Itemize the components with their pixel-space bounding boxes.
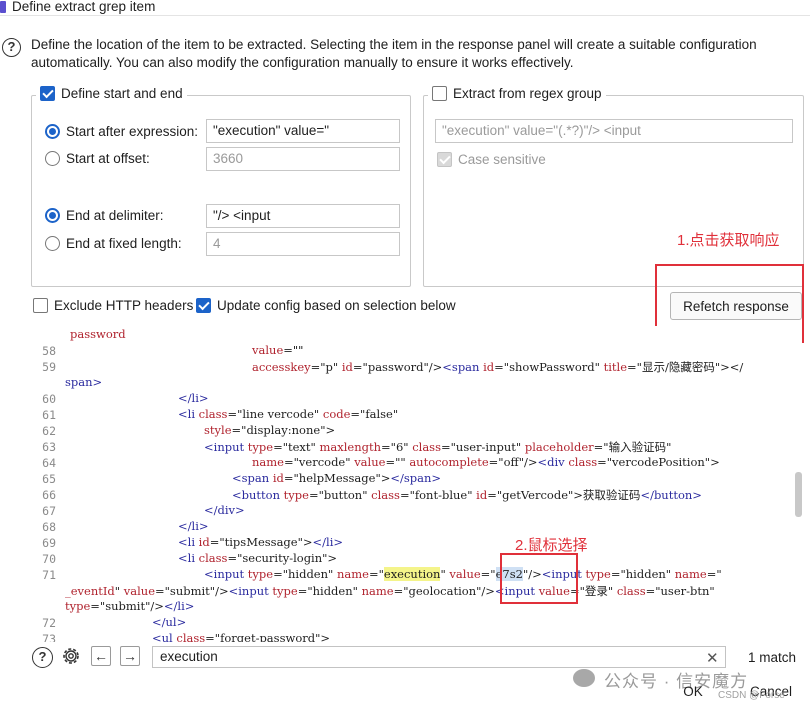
line-number: 71 <box>42 568 56 582</box>
response-code-panel[interactable]: password 58 value="" 59 accesskey="p" id… <box>32 326 802 642</box>
watermark-small-text: CSDN @Forse <box>718 690 785 701</box>
help-icon[interactable]: ? <box>2 38 21 57</box>
line-number: 64 <box>42 456 56 470</box>
code-line: <ul class="forget-password"> <box>152 631 331 642</box>
start-offset-label: Start at offset: <box>66 151 150 166</box>
window-title: Define extract grep item <box>12 0 156 14</box>
update-config-label: Update config based on selection below <box>217 298 456 313</box>
update-config-option[interactable]: Update config based on selection below <box>196 298 456 313</box>
ok-button[interactable]: OK <box>669 680 717 702</box>
code-line: </div> <box>204 503 245 517</box>
code-line-wrap: _eventId" value="submit"/><input type="h… <box>65 584 715 598</box>
start-end-legend[interactable]: Define start and end <box>36 86 187 101</box>
end-delimiter-input[interactable]: "/> <input <box>206 204 400 228</box>
end-delimiter-radio[interactable] <box>45 208 60 223</box>
exclude-headers-label: Exclude HTTP headers <box>54 298 194 313</box>
line-number: 69 <box>42 536 56 550</box>
line-number: 61 <box>42 408 56 422</box>
end-fixed-radio[interactable] <box>45 236 60 251</box>
case-sensitive-option[interactable]: Case sensitive <box>437 152 546 167</box>
annotation-box-selection <box>500 553 578 604</box>
annotation-step2: 2.鼠标选择 <box>515 537 588 554</box>
line-number: 63 <box>42 440 56 454</box>
end-fixed-option[interactable]: End at fixed length: <box>45 236 182 251</box>
start-end-label: Define start and end <box>61 86 183 101</box>
line-number: 59 <box>42 360 56 374</box>
line-number: 60 <box>42 392 56 406</box>
code-line: <button type="button" class="font-blue" … <box>232 488 702 502</box>
code-line: <li class="security-login"> <box>178 551 338 565</box>
code-line: </li> <box>178 391 209 405</box>
line-number: 68 <box>42 520 56 534</box>
end-fixed-label: End at fixed length: <box>66 236 182 251</box>
regex-label: Extract from regex group <box>453 86 602 101</box>
case-sensitive-label: Case sensitive <box>458 152 546 167</box>
start-after-option[interactable]: Start after expression: <box>45 124 198 139</box>
code-line: </li> <box>178 519 209 533</box>
code-line: <span id="helpMessage"></span> <box>232 471 442 485</box>
start-offset-radio[interactable] <box>45 151 60 166</box>
annotation-step1: 1.点击获取响应 <box>677 232 780 249</box>
code-line: </ul> <box>152 615 187 629</box>
line-number: 65 <box>42 472 56 486</box>
refetch-response-button[interactable]: Refetch response <box>670 292 802 320</box>
search-input[interactable]: execution <box>152 646 726 668</box>
regex-legend[interactable]: Extract from regex group <box>428 86 606 101</box>
line-number: 66 <box>42 488 56 502</box>
code-scrollbar[interactable] <box>795 472 802 517</box>
settings-gear-icon[interactable] <box>60 645 82 667</box>
code-line: <input type="hidden" name="execution" va… <box>204 567 722 581</box>
end-delimiter-option[interactable]: End at delimiter: <box>45 208 164 223</box>
code-line: style="display:none"> <box>204 423 336 437</box>
code-line-partial: password <box>70 327 126 341</box>
line-number: 58 <box>42 344 56 358</box>
regex-input[interactable]: "execution" value="(.*?)"/> <input <box>435 119 793 143</box>
title-bar: Define extract grep item <box>0 0 810 16</box>
start-after-label: Start after expression: <box>66 124 199 139</box>
line-number: 70 <box>42 552 56 566</box>
line-number: 62 <box>42 424 56 438</box>
case-sensitive-checkbox[interactable] <box>437 152 452 167</box>
line-number: 73 <box>42 632 56 642</box>
previous-arrow-icon[interactable]: ← <box>91 646 111 666</box>
code-line: <input type="text" maxlength="6" class="… <box>204 440 672 454</box>
start-after-input[interactable]: "execution" value=" <box>206 119 400 143</box>
start-offset-input[interactable]: 3660 <box>206 147 400 171</box>
start-offset-option[interactable]: Start at offset: <box>45 151 150 166</box>
code-line: <li class="line vercode" code="false" <box>178 407 399 421</box>
next-arrow-icon[interactable]: → <box>120 646 140 666</box>
code-line-wrap: type="submit"/></li> <box>65 599 195 613</box>
code-line-wrap: span> <box>65 375 103 389</box>
search-highlight: execution <box>383 567 441 581</box>
update-config-checkbox[interactable] <box>196 298 211 313</box>
end-delimiter-label: End at delimiter: <box>66 208 164 223</box>
watermark-logo-icon <box>573 669 595 687</box>
code-line: name="vercode" value="" autocomplete="of… <box>252 455 720 469</box>
exclude-headers-option[interactable]: Exclude HTTP headers <box>33 298 193 313</box>
code-line: value="" <box>252 343 304 357</box>
line-number: 72 <box>42 616 56 630</box>
exclude-headers-checkbox[interactable] <box>33 298 48 313</box>
code-line: <li id="tipsMessage"></li> <box>178 535 344 549</box>
start-after-radio[interactable] <box>45 124 60 139</box>
end-fixed-input[interactable]: 4 <box>206 232 400 256</box>
line-number: 67 <box>42 504 56 518</box>
description-text: Define the location of the item to be ex… <box>31 37 757 70</box>
match-count: 1 match <box>748 650 797 665</box>
app-icon <box>0 1 6 13</box>
regex-checkbox[interactable] <box>432 86 447 101</box>
help-button[interactable]: ? <box>32 647 53 668</box>
clear-icon[interactable]: ✕ <box>706 649 719 667</box>
start-end-checkbox[interactable] <box>40 86 55 101</box>
code-line: accesskey="p" id="password"/><span id="s… <box>252 360 744 374</box>
